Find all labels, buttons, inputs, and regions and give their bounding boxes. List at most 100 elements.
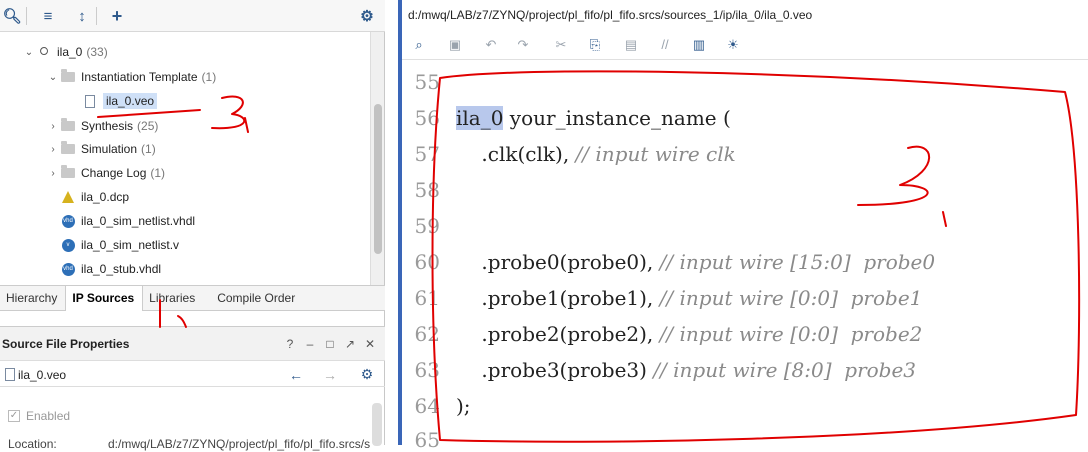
close-icon[interactable]: ✕: [363, 337, 377, 351]
code-comment: // input wire [15:0] probe0: [659, 250, 936, 274]
float-icon[interactable]: ↗: [343, 337, 357, 351]
properties-scrollbar[interactable]: [372, 403, 382, 446]
sources-tree: ⌄ ⭘ ila_0 (33) ⌄ Instantiation Template …: [0, 32, 370, 285]
tree-item-instantiation-template[interactable]: ⌄ Instantiation Template (1): [46, 66, 216, 88]
location-value: d:/mwq/LAB/z7/ZYNQ/project/pl_fifo/pl_fi…: [108, 437, 371, 451]
expand-all-icon[interactable]: ↕: [72, 6, 92, 26]
line-number: 59: [414, 214, 440, 238]
folder-icon: [60, 141, 76, 156]
code-text: .probe3(probe3): [456, 358, 654, 382]
chevron-down-icon[interactable]: ⌄: [22, 47, 36, 58]
line-number: 65: [414, 428, 440, 452]
tree-item-ila-0-dcp[interactable]: ila_0.dcp: [60, 186, 129, 208]
tree-item-synthesis[interactable]: › Synthesis (25): [46, 115, 158, 137]
tree-item-ila-0-stub-vhdl[interactable]: vhd ila_0_stub.vhdl: [60, 258, 161, 280]
tree-item-change-log[interactable]: › Change Log (1): [46, 162, 165, 184]
folder-icon: [60, 118, 76, 133]
tree-item-count: (1): [141, 142, 156, 156]
properties-file-row: ila_0.veo ← → ⚙: [0, 361, 385, 387]
code-text: .probe2(probe2),: [456, 322, 660, 346]
copy-icon[interactable]: ⎘: [586, 37, 604, 55]
file-path: d:/mwq/LAB/z7/ZYNQ/project/pl_fifo/pl_fi…: [408, 8, 813, 22]
tree-item-count: (33): [86, 45, 108, 59]
columns-icon[interactable]: ▥: [690, 37, 708, 55]
gear-icon[interactable]: ⚙: [360, 366, 374, 383]
tab-libraries[interactable]: Libraries: [143, 286, 203, 311]
tree-item-label: Instantiation Template: [81, 70, 198, 84]
line-number: 62: [414, 322, 440, 346]
vhdl-file-icon: vhd: [60, 214, 76, 228]
gear-icon[interactable]: ⚙: [357, 6, 377, 26]
cut-icon[interactable]: ✂: [552, 37, 570, 55]
search-icon[interactable]: ⌕: [410, 37, 428, 55]
chevron-right-icon[interactable]: ›: [46, 144, 60, 155]
tree-item-label: Synthesis: [81, 119, 134, 133]
line-number: 63: [414, 358, 440, 382]
code-comment: // input wire [8:0] probe3: [653, 358, 917, 382]
tree-item-label: ila_0_sim_netlist.v: [81, 238, 180, 252]
code-line[interactable]: .clk(clk), // input wire clk: [456, 142, 735, 166]
checkbox-icon[interactable]: ✓: [8, 410, 20, 422]
file-icon: [2, 367, 18, 381]
minimize-icon[interactable]: –: [303, 337, 317, 351]
line-number: 57: [414, 142, 440, 166]
add-icon[interactable]: +: [107, 6, 127, 26]
code-line[interactable]: );: [456, 394, 471, 418]
location-label: Location:: [8, 437, 57, 451]
code-comment: // input wire [0:0] probe1: [659, 286, 923, 310]
chevron-down-icon[interactable]: ⌄: [46, 72, 60, 83]
properties-file-name: ila_0.veo: [18, 368, 67, 382]
code-line[interactable]: .probe2(probe2), // input wire [0:0] pro…: [456, 322, 922, 346]
code-line[interactable]: .probe1(probe1), // input wire [0:0] pro…: [456, 286, 922, 310]
undo-icon[interactable]: ↶: [482, 37, 500, 55]
save-icon[interactable]: ▣: [446, 37, 464, 55]
sources-tabs: Hierarchy IP Sources Libraries Compile O…: [0, 285, 385, 311]
chevron-right-icon[interactable]: ›: [46, 168, 60, 179]
tree-item-label: Change Log: [81, 166, 147, 180]
paste-icon[interactable]: ▤: [622, 37, 640, 55]
redo-icon[interactable]: ↷: [514, 37, 532, 55]
tree-scrollbar[interactable]: [370, 32, 384, 285]
code-line[interactable]: .probe3(probe3) // input wire [8:0] prob…: [456, 358, 916, 382]
chevron-right-icon[interactable]: ›: [46, 121, 60, 132]
verilog-file-icon: v: [60, 238, 76, 252]
code-text: .probe1(probe1),: [456, 286, 660, 310]
toolbar-separator: [26, 7, 27, 25]
line-number: 64: [414, 394, 440, 418]
tab-compile-order[interactable]: Compile Order: [211, 286, 303, 311]
line-number: 61: [414, 286, 440, 310]
collapse-all-icon[interactable]: ≡: [38, 6, 58, 26]
code-line[interactable]: .probe0(probe0), // input wire [15:0] pr…: [456, 250, 935, 274]
help-button[interactable]: ?: [283, 337, 297, 351]
tree-item-simulation[interactable]: › Simulation (1): [46, 138, 156, 160]
restore-icon[interactable]: □: [323, 337, 337, 351]
sources-toolbar: 🔍︎ ≡ ↕ + ⚙: [0, 0, 385, 32]
search-icon[interactable]: 🔍︎: [2, 6, 22, 26]
back-arrow-icon[interactable]: ←: [289, 367, 303, 383]
code-editor[interactable]: 55 56 ila_0 your_instance_name ( 57 .clk…: [402, 62, 1088, 452]
sources-panel: 🔍︎ ≡ ↕ + ⚙ ⌄ ⭘ ila_0 (33) ⌄ Instantiatio…: [0, 0, 385, 451]
tab-hierarchy[interactable]: Hierarchy: [0, 286, 65, 311]
tree-item-ila-0-veo[interactable]: ila_0.veo: [82, 90, 158, 112]
enabled-label: Enabled: [26, 409, 71, 423]
vhdl-file-icon: vhd: [60, 262, 76, 276]
tree-item-count: (1): [201, 70, 217, 84]
tab-ip-sources[interactable]: IP Sources: [65, 286, 144, 311]
tree-item-label: ila_0.veo: [103, 93, 158, 109]
line-number: 56: [414, 106, 440, 130]
comment-icon[interactable]: //: [656, 37, 674, 55]
tree-item-ila-0-sim-netlist-vhdl[interactable]: vhd ila_0_sim_netlist.vhdl: [60, 210, 195, 232]
forward-arrow-icon[interactable]: →: [323, 367, 337, 383]
tree-item-label: Simulation: [81, 142, 138, 156]
code-editor-panel: d:/mwq/LAB/z7/ZYNQ/project/pl_fifo/pl_fi…: [402, 0, 1088, 452]
scrollbar-thumb[interactable]: [374, 104, 382, 254]
folder-icon: [60, 165, 76, 180]
file-icon: [82, 94, 98, 108]
tree-item-ila-0-sim-netlist-v[interactable]: v ila_0_sim_netlist.v: [60, 234, 179, 256]
code-line[interactable]: ila_0 your_instance_name (: [456, 106, 731, 130]
enabled-checkbox[interactable]: ✓ Enabled: [8, 409, 70, 423]
tree-item-ila-0[interactable]: ⌄ ⭘ ila_0 (33): [22, 41, 108, 63]
properties-header: Source File Properties ? – □ ↗ ✕: [0, 327, 385, 361]
lightbulb-icon[interactable]: ☀: [724, 37, 742, 55]
tree-item-label: ila_0: [57, 45, 83, 59]
